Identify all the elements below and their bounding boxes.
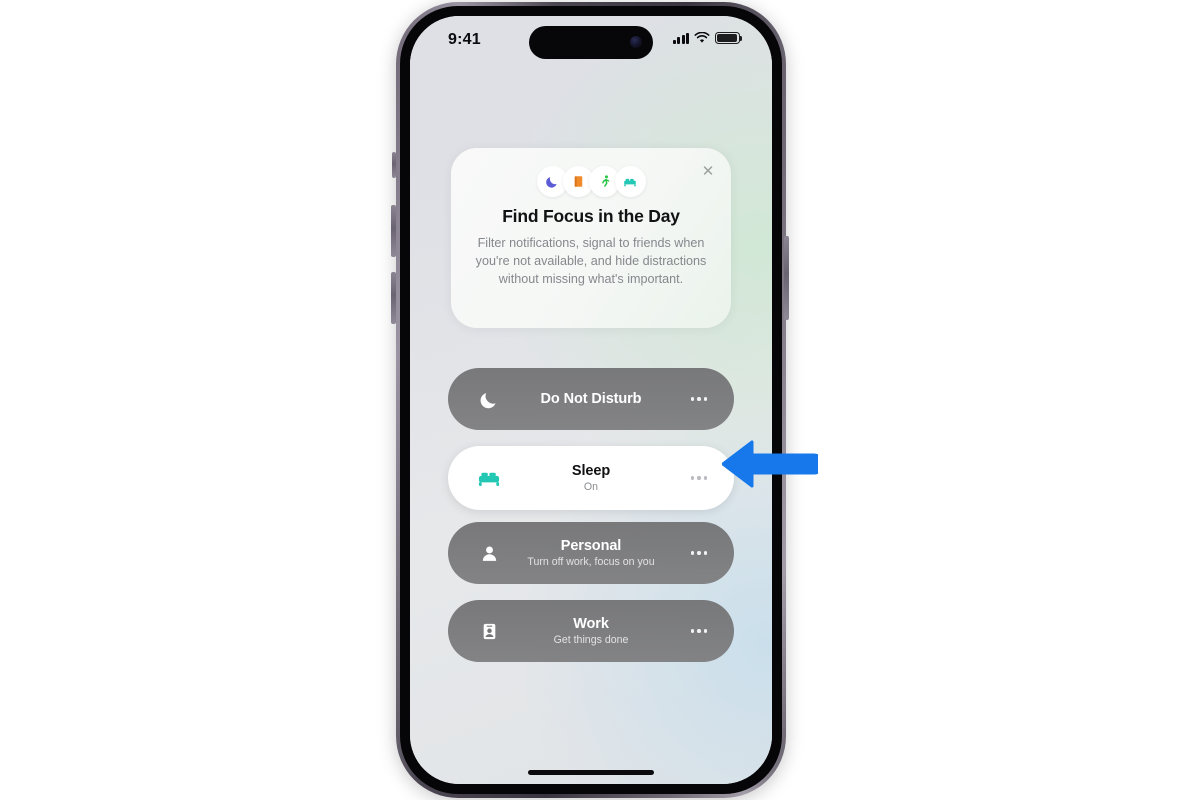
focus-promo-card: ✕ Find Focus in the Day Filter notificat… (451, 148, 731, 328)
wifi-icon (694, 32, 710, 43)
focus-row-subtitle: Turn off work, focus on you (527, 555, 655, 568)
id-badge-icon (474, 600, 504, 662)
promo-body: Filter notifications, signal to friends … (475, 236, 707, 286)
more-options-button[interactable] (686, 368, 712, 430)
screenshot-canvas: 9:41 ✕ Find Focus in the Day Filter noti… (0, 0, 1200, 800)
focus-row-title: Work (573, 615, 609, 632)
focus-row-do-not-disturb[interactable]: Do Not Disturb (448, 368, 734, 430)
volume-up-button[interactable] (391, 205, 396, 257)
phone-screen: 9:41 ✕ Find Focus in the Day Filter noti… (410, 16, 772, 784)
status-bar: 9:41 (410, 16, 772, 70)
bed-icon (614, 166, 646, 197)
bed-icon (474, 446, 504, 510)
focus-row-sleep[interactable]: Sleep On (448, 446, 734, 510)
focus-icon-row (451, 166, 731, 197)
focus-row-work[interactable]: Work Get things done (448, 600, 734, 662)
dynamic-island (529, 26, 653, 59)
cellular-signal-icon (672, 32, 689, 44)
focus-row-subtitle: Get things done (553, 633, 629, 646)
status-bar-time: 9:41 (448, 31, 481, 48)
focus-row-subtitle: On (583, 480, 599, 493)
focus-row-title: Do Not Disturb (540, 390, 642, 407)
promo-title: Find Focus in the Day (502, 206, 680, 226)
more-options-button[interactable] (686, 522, 712, 584)
more-options-button[interactable] (686, 600, 712, 662)
battery-icon (715, 32, 743, 44)
volume-down-button[interactable] (391, 272, 396, 324)
focus-row-personal[interactable]: Personal Turn off work, focus on you (448, 522, 734, 584)
crescent-moon-icon (474, 368, 504, 430)
front-camera-icon (630, 36, 642, 48)
home-indicator[interactable] (528, 770, 654, 775)
focus-row-title: Sleep (571, 462, 611, 479)
person-icon (474, 522, 504, 584)
more-options-button[interactable] (686, 446, 712, 510)
silent-switch-button[interactable] (392, 152, 396, 178)
annotation-arrow-icon (722, 440, 818, 488)
status-bar-indicators (672, 32, 743, 44)
power-button[interactable] (784, 236, 789, 320)
focus-row-title: Personal (560, 537, 622, 554)
